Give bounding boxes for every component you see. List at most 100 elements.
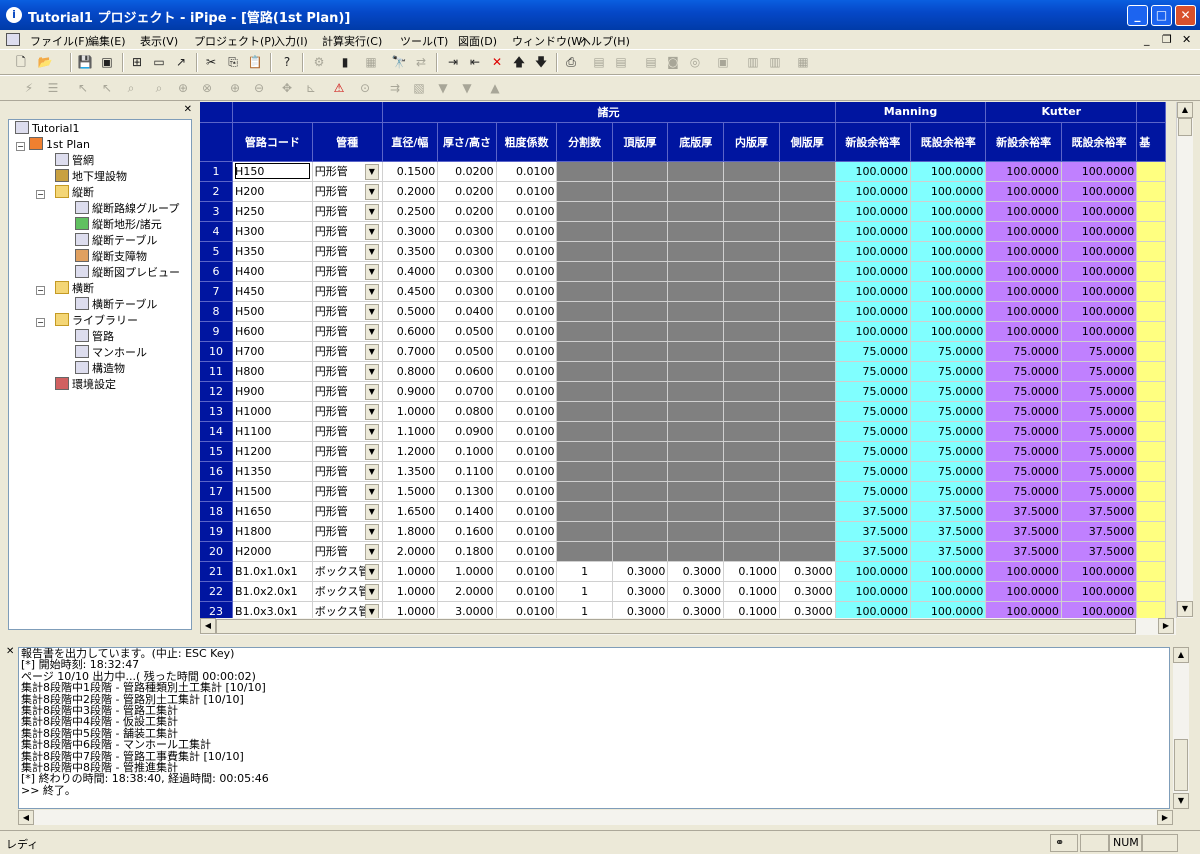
kutter-new-cell[interactable]: 100.0000: [985, 261, 1062, 282]
pipe-code-cell[interactable]: H900: [232, 381, 313, 402]
grid-horizontal-scrollbar[interactable]: ◀ ▶: [200, 618, 1176, 635]
kutter-existing-cell[interactable]: 75.0000: [1061, 421, 1138, 442]
row-number[interactable]: 9: [200, 321, 234, 342]
report8-icon[interactable]: ▥: [766, 53, 784, 71]
pipe-type-cell[interactable]: 円形管 ▼: [312, 301, 383, 322]
pipe-code-cell[interactable]: H1200: [232, 441, 313, 462]
copy-icon[interactable]: ⎘: [224, 53, 242, 71]
kutter-new-cell[interactable]: 37.5000: [985, 541, 1062, 562]
kutter-existing-cell[interactable]: 100.0000: [1061, 161, 1138, 182]
minimize-button[interactable]: _: [1127, 5, 1148, 26]
thickness-cell[interactable]: 0.1100: [437, 461, 497, 482]
dropdown-arrow-icon[interactable]: ▼: [364, 163, 379, 180]
thickness-cell[interactable]: 0.0800: [437, 401, 497, 422]
pipe-type-cell[interactable]: 円形管 ▼: [312, 321, 383, 342]
tree-item-plan[interactable]: 1st Plan: [29, 137, 90, 153]
table-row[interactable]: 6 H400 円形管 ▼ 0.4000 0.0300 0.0100 100.0000 100.0…: [200, 261, 1166, 282]
tree-item-buried[interactable]: 地下埋設物: [55, 169, 127, 185]
manning-new-cell[interactable]: 100.0000: [835, 201, 912, 222]
tool5-icon[interactable]: ▲: [486, 79, 504, 97]
dropdown-arrow-icon[interactable]: ▼: [364, 403, 379, 420]
thickness-cell[interactable]: 0.0600: [437, 361, 497, 382]
tree-item-project[interactable]: Tutorial1: [15, 121, 79, 137]
diameter-cell[interactable]: 1.5000: [382, 481, 439, 502]
kutter-new-cell[interactable]: 100.0000: [985, 601, 1062, 618]
zoom-in-icon[interactable]: ⊕: [226, 79, 244, 97]
dropdown-arrow-icon[interactable]: ▼: [364, 463, 379, 480]
extra-cell[interactable]: [1136, 301, 1166, 322]
row-number[interactable]: 3: [200, 201, 234, 222]
manning-existing-cell[interactable]: 100.0000: [910, 181, 987, 202]
row-number[interactable]: 2: [200, 181, 234, 202]
roughness-cell[interactable]: 0.0100: [496, 161, 558, 182]
pipe-type-cell[interactable]: 円形管 ▼: [312, 461, 383, 482]
extra-cell[interactable]: [1136, 481, 1166, 502]
manning-new-cell[interactable]: 100.0000: [835, 581, 912, 602]
scroll-right-icon[interactable]: ▶: [1157, 810, 1173, 825]
kutter-existing-cell[interactable]: 75.0000: [1061, 401, 1138, 422]
scroll-down-icon[interactable]: ▼: [1177, 601, 1193, 617]
thickness-cell[interactable]: 2.0000: [437, 581, 497, 602]
extra-cell[interactable]: [1136, 461, 1166, 482]
dropdown-arrow-icon[interactable]: ▼: [364, 183, 379, 200]
pipe-code-cell[interactable]: H1350: [232, 461, 313, 482]
tool4-icon[interactable]: ▼: [458, 79, 476, 97]
tree-view-icon[interactable]: ⊞: [128, 53, 146, 71]
kutter-new-cell[interactable]: 37.5000: [985, 501, 1062, 522]
zoom-out-icon[interactable]: ⊖: [250, 79, 268, 97]
diameter-cell[interactable]: 0.5000: [382, 301, 439, 322]
diameter-cell[interactable]: 1.8000: [382, 521, 439, 542]
open-icon[interactable]: 📂: [36, 53, 54, 71]
bottom-slab-cell[interactable]: 0.3000: [667, 581, 725, 602]
manning-new-cell[interactable]: 37.5000: [835, 541, 912, 562]
menu-window[interactable]: ウィンドウ(W): [512, 33, 586, 49]
app-doc-icon[interactable]: [6, 33, 20, 46]
menu-tools[interactable]: ツール(T): [400, 33, 448, 49]
col-header[interactable]: 厚さ/高さ: [437, 122, 497, 162]
row-number[interactable]: 12: [200, 381, 234, 402]
kutter-new-cell[interactable]: 100.0000: [985, 221, 1062, 242]
dropdown-arrow-icon[interactable]: ▼: [364, 523, 379, 540]
manning-new-cell[interactable]: 75.0000: [835, 481, 912, 502]
diameter-cell[interactable]: 0.2500: [382, 201, 439, 222]
mdi-minimize-icon[interactable]: _: [1144, 33, 1150, 46]
diameter-cell[interactable]: 1.0000: [382, 581, 439, 602]
kutter-existing-cell[interactable]: 75.0000: [1061, 381, 1138, 402]
tree-item-terrain[interactable]: 縦断地形/諸元: [75, 217, 162, 233]
arrange-icon[interactable]: ⚡: [20, 79, 38, 97]
extra-cell[interactable]: [1136, 541, 1166, 562]
insert-row-icon[interactable]: ⇥: [444, 53, 462, 71]
row-number[interactable]: 6: [200, 261, 234, 282]
pipe-type-cell[interactable]: 円形管 ▼: [312, 161, 383, 182]
column-icon[interactable]: ▮: [336, 53, 354, 71]
extra-cell[interactable]: [1136, 221, 1166, 242]
thickness-cell[interactable]: 0.0900: [437, 421, 497, 442]
roughness-cell[interactable]: 0.0100: [496, 321, 558, 342]
kutter-existing-cell[interactable]: 37.5000: [1061, 501, 1138, 522]
extra-cell[interactable]: [1136, 521, 1166, 542]
diameter-cell[interactable]: 0.6000: [382, 321, 439, 342]
roughness-cell[interactable]: 0.0100: [496, 181, 558, 202]
pipe-code-cell[interactable]: H600: [232, 321, 313, 342]
manning-existing-cell[interactable]: 100.0000: [910, 281, 987, 302]
mdi-close-icon[interactable]: ✕: [1182, 33, 1191, 46]
kutter-new-cell[interactable]: 75.0000: [985, 381, 1062, 402]
row-number[interactable]: 4: [200, 221, 234, 242]
pipe-code-cell[interactable]: H2000: [232, 541, 313, 562]
manning-existing-cell[interactable]: 75.0000: [910, 381, 987, 402]
inner-slab-cell[interactable]: 0.1000: [723, 601, 780, 618]
thickness-cell[interactable]: 0.1800: [437, 541, 497, 562]
pipe-code-cell[interactable]: H1100: [232, 421, 313, 442]
roughness-cell[interactable]: 0.0100: [496, 521, 558, 542]
thickness-cell[interactable]: 0.0400: [437, 301, 497, 322]
kutter-new-cell[interactable]: 100.0000: [985, 301, 1062, 322]
extra-cell[interactable]: [1136, 381, 1166, 402]
dropdown-arrow-icon[interactable]: ▼: [364, 563, 379, 580]
roughness-cell[interactable]: 0.0100: [496, 241, 558, 262]
manning-existing-cell[interactable]: 100.0000: [910, 561, 987, 582]
scroll-thumb[interactable]: [1174, 739, 1188, 791]
manning-new-cell[interactable]: 75.0000: [835, 401, 912, 422]
extra-cell[interactable]: [1136, 281, 1166, 302]
kutter-new-cell[interactable]: 75.0000: [985, 401, 1062, 422]
table-row[interactable]: 21 B1.0x1.0x1 ボックス管▼ 1.0000 1.0000 0.0100 1 0.3…: [200, 561, 1166, 582]
